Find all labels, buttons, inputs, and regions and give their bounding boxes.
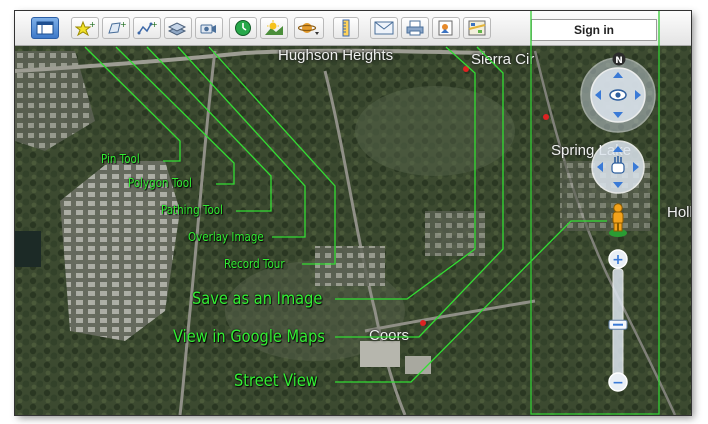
north-label: N [615,56,623,66]
navigation-controls: N + − [580,52,656,392]
callout-pathing-tool: Pathing Tool [161,203,223,217]
callout-google-maps: View in Google Maps [173,327,325,347]
zoom-out-button[interactable]: − [608,372,628,392]
callout-polygon-tool: Polygon Tool [128,176,192,190]
look-control[interactable] [580,57,656,133]
google-earth-viewer: Hughson Heights Sierra Cir Spring Lake H… [14,10,692,416]
zoom-in-label: + [612,252,624,268]
callout-save-image: Save as an Image [192,289,323,309]
callout-pin-tool: Pin Tool [101,152,140,166]
callout-street-view: Street View [234,371,318,391]
pan-control[interactable] [591,140,645,194]
callout-overlay-image: Overlay Image [188,230,264,244]
eye-icon [609,89,627,101]
zoom-out-label: − [612,375,624,391]
callout-record-tour: Record Tour [224,257,285,271]
zoom-slider[interactable] [608,268,628,378]
pegman-icon[interactable] [609,203,627,237]
zoom-in-button[interactable]: + [608,249,628,269]
